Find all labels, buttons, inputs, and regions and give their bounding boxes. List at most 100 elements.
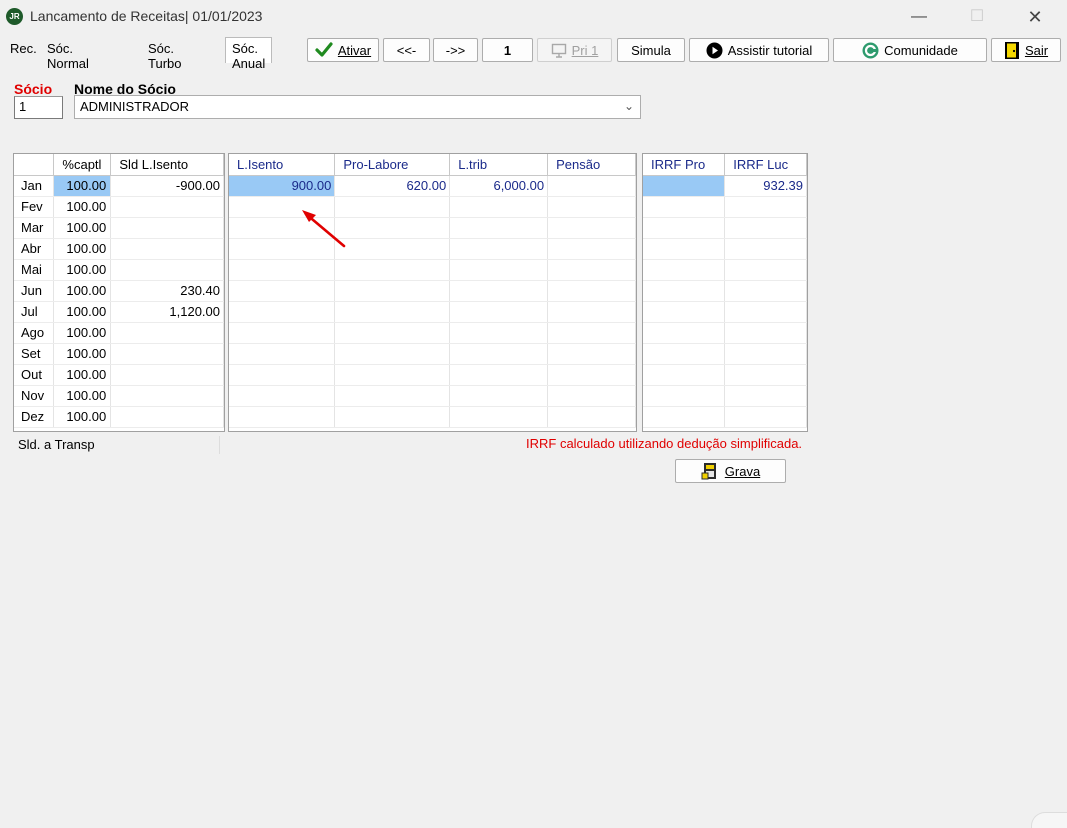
lisento-cell[interactable] [229, 364, 336, 386]
irrf-pro-cell[interactable] [643, 196, 726, 218]
simula-button[interactable]: Simula [617, 38, 685, 62]
captl-cell[interactable]: 100.00 [53, 301, 112, 323]
sld-lisento-cell[interactable] [110, 343, 224, 365]
prolabore-cell[interactable] [334, 196, 451, 218]
irrf-luc-cell[interactable] [724, 259, 807, 281]
sld-lisento-cell[interactable] [110, 385, 224, 407]
captl-cell[interactable]: 100.00 [53, 196, 112, 218]
irrf-luc-cell[interactable] [724, 196, 807, 218]
grava-button[interactable]: Grava [675, 459, 786, 483]
irrf-luc-cell[interactable] [724, 280, 807, 302]
pensao-cell[interactable] [547, 217, 636, 239]
prolabore-cell[interactable] [334, 364, 451, 386]
resize-grip[interactable] [1031, 812, 1067, 828]
pensao-cell[interactable] [547, 385, 636, 407]
prolabore-cell[interactable] [334, 280, 451, 302]
irrf-pro-cell[interactable] [643, 385, 726, 407]
sld-lisento-cell[interactable] [110, 364, 224, 386]
irrf-luc-cell[interactable] [724, 364, 807, 386]
captl-cell[interactable]: 100.00 [53, 259, 112, 281]
irrf-luc-cell[interactable] [724, 322, 807, 344]
ltrib-cell[interactable] [449, 259, 549, 281]
ltrib-cell[interactable]: 6,000.00 [449, 175, 549, 197]
sld-lisento-cell[interactable]: 230.40 [110, 280, 224, 302]
prolabore-cell[interactable] [334, 217, 451, 239]
tab-soc-anual[interactable]: Sóc. Anual [225, 37, 273, 71]
irrf-luc-cell[interactable]: 932.39 [724, 175, 807, 197]
lisento-cell[interactable]: 900.00 [229, 175, 336, 197]
ativar-button[interactable]: Ativar [307, 38, 379, 62]
pensao-cell[interactable] [547, 364, 636, 386]
ltrib-cell[interactable] [449, 238, 549, 260]
irrf-pro-cell[interactable] [643, 364, 726, 386]
sld-lisento-cell[interactable] [110, 322, 224, 344]
irrf-pro-cell[interactable] [643, 280, 726, 302]
prolabore-cell[interactable] [334, 406, 451, 428]
prolabore-cell[interactable] [334, 322, 451, 344]
nome-socio-select[interactable]: ADMINISTRADOR ⌄ [74, 95, 641, 119]
sair-button[interactable]: Sair [991, 38, 1061, 62]
irrf-pro-cell[interactable] [643, 217, 726, 239]
captl-cell[interactable]: 100.00 [53, 364, 112, 386]
close-button[interactable]: ✕ [1012, 0, 1058, 34]
sld-lisento-cell[interactable] [110, 406, 224, 428]
captl-cell[interactable]: 100.00 [53, 385, 112, 407]
captl-cell[interactable]: 100.00 [53, 322, 112, 344]
irrf-pro-cell[interactable] [643, 259, 726, 281]
pensao-cell[interactable] [547, 238, 636, 260]
sld-lisento-cell[interactable] [110, 259, 224, 281]
tab-rec[interactable]: Rec. [10, 41, 37, 56]
ltrib-cell[interactable] [449, 301, 549, 323]
prolabore-cell[interactable] [334, 343, 451, 365]
prolabore-cell[interactable] [334, 301, 451, 323]
tab-soc-normal[interactable]: Sóc. Normal [47, 41, 89, 71]
lisento-cell[interactable] [229, 280, 336, 302]
irrf-luc-cell[interactable] [724, 217, 807, 239]
minimize-button[interactable]: — [896, 0, 942, 34]
ltrib-cell[interactable] [449, 196, 549, 218]
ltrib-cell[interactable] [449, 364, 549, 386]
irrf-luc-cell[interactable] [724, 301, 807, 323]
lisento-cell[interactable] [229, 385, 336, 407]
prolabore-cell[interactable] [334, 238, 451, 260]
pensao-cell[interactable] [547, 175, 636, 197]
ltrib-cell[interactable] [449, 343, 549, 365]
tab-soc-turbo[interactable]: Sóc. Turbo [148, 41, 181, 71]
irrf-pro-cell[interactable] [643, 343, 726, 365]
pensao-cell[interactable] [547, 343, 636, 365]
irrf-luc-cell[interactable] [724, 343, 807, 365]
lisento-cell[interactable] [229, 259, 336, 281]
captl-cell[interactable]: 100.00 [53, 238, 112, 260]
prolabore-cell[interactable] [334, 259, 451, 281]
irrf-pro-cell[interactable] [643, 322, 726, 344]
lisento-cell[interactable] [229, 343, 336, 365]
sld-lisento-cell[interactable] [110, 217, 224, 239]
irrf-luc-cell[interactable] [724, 406, 807, 428]
pensao-cell[interactable] [547, 322, 636, 344]
irrf-pro-cell[interactable] [643, 301, 726, 323]
irrf-pro-cell[interactable] [643, 175, 726, 197]
irrf-luc-cell[interactable] [724, 385, 807, 407]
pensao-cell[interactable] [547, 196, 636, 218]
pensao-cell[interactable] [547, 406, 636, 428]
maximize-button[interactable]: ☐ [954, 0, 1000, 34]
captl-cell[interactable]: 100.00 [53, 217, 112, 239]
captl-cell[interactable]: 100.00 [53, 343, 112, 365]
comunidade-button[interactable]: Comunidade [833, 38, 987, 62]
pensao-cell[interactable] [547, 259, 636, 281]
sld-lisento-cell[interactable] [110, 196, 224, 218]
ltrib-cell[interactable] [449, 280, 549, 302]
lisento-cell[interactable] [229, 322, 336, 344]
ltrib-cell[interactable] [449, 322, 549, 344]
irrf-pro-cell[interactable] [643, 238, 726, 260]
lisento-cell[interactable] [229, 301, 336, 323]
pensao-cell[interactable] [547, 280, 636, 302]
irrf-pro-cell[interactable] [643, 406, 726, 428]
prolabore-cell[interactable] [334, 385, 451, 407]
prev-button[interactable]: <<- [383, 38, 430, 62]
pri-button[interactable]: Pri 1 [537, 38, 612, 62]
lisento-cell[interactable] [229, 406, 336, 428]
socio-input[interactable]: 1 [14, 96, 63, 119]
sld-lisento-cell[interactable] [110, 238, 224, 260]
irrf-luc-cell[interactable] [724, 238, 807, 260]
